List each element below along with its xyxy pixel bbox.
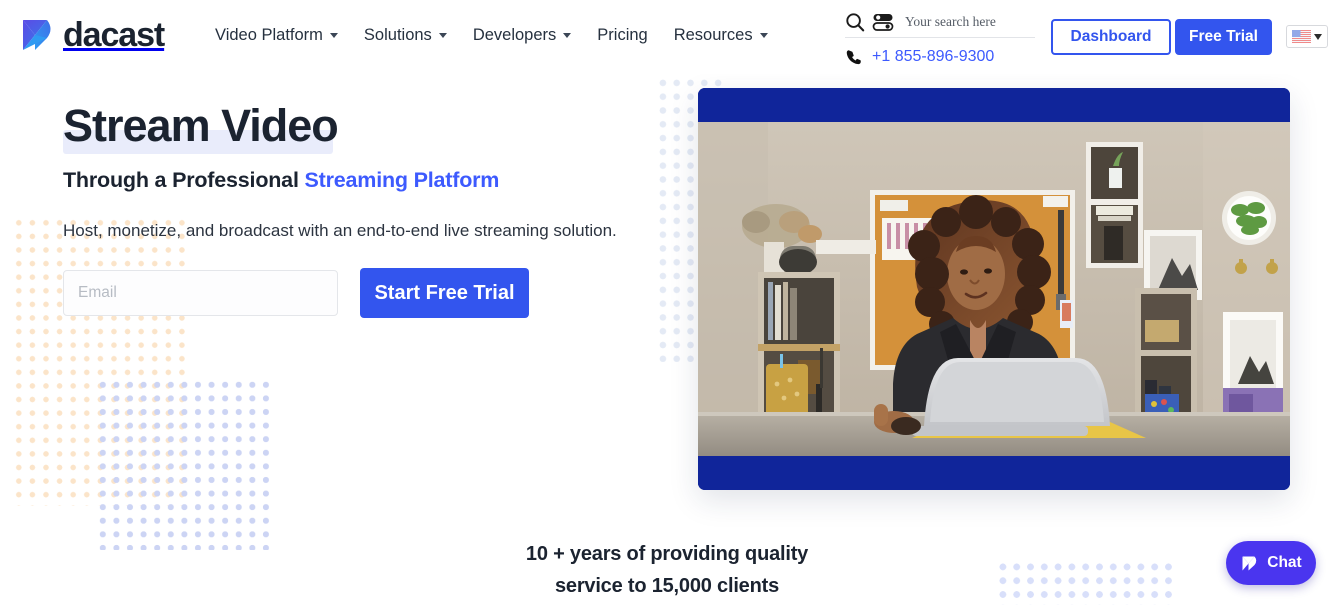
page-title: Stream Video <box>63 100 339 151</box>
chevron-down-icon <box>563 33 572 38</box>
primary-nav: Video Platform Solutions Developers Pric… <box>215 26 794 45</box>
nav-label: Pricing <box>597 26 648 44</box>
us-flag-icon <box>1292 30 1311 43</box>
phone-number-link[interactable]: +1 855-896-9300 <box>872 48 994 66</box>
nav-label: Video Platform <box>215 26 323 44</box>
player-video-frame <box>698 122 1290 456</box>
player-bottom-bar <box>698 456 1290 490</box>
stats-callout: 10 + years of providing quality service … <box>0 538 1334 602</box>
chevron-down-icon <box>759 33 768 38</box>
dashboard-button[interactable]: Dashboard <box>1051 19 1171 55</box>
signup-form: Start Free Trial <box>63 268 529 318</box>
search-input[interactable] <box>905 14 1033 30</box>
nav-item-video-platform[interactable]: Video Platform <box>215 26 338 45</box>
phone-icon <box>846 50 861 65</box>
subtitle-lead: Through a Professional <box>63 168 305 192</box>
header-search <box>845 12 1035 38</box>
peach-dot-pattern <box>12 216 192 506</box>
hero-left-column: Stream Video Through a Professional Stre… <box>0 74 660 318</box>
nav-label: Resources <box>673 26 753 44</box>
nav-item-developers[interactable]: Developers <box>472 26 572 45</box>
nav-label: Solutions <box>363 26 432 44</box>
free-trial-button[interactable]: Free Trial <box>1175 19 1272 55</box>
hero-description: Host, monetize, and broadcast with an en… <box>63 221 617 240</box>
chevron-down-icon <box>438 33 447 38</box>
nav-label: Developers <box>472 26 557 44</box>
page-title-wrap: Stream Video <box>63 98 356 154</box>
landing-page: dacast Video Platform Solutions Develope… <box>0 0 1334 605</box>
search-row <box>845 12 1035 37</box>
sliders-icon[interactable] <box>872 12 894 32</box>
nav-item-pricing[interactable]: Pricing <box>597 26 647 45</box>
dacast-arrow-logo-icon <box>1242 556 1257 570</box>
chevron-down-icon <box>329 33 338 38</box>
subtitle-accent: Streaming Platform <box>304 168 500 192</box>
stats-line-2: service to 15,000 clients <box>554 575 780 597</box>
stats-line-1: 10 + years of providing quality <box>525 543 809 565</box>
page-subtitle: Through a Professional Streaming Platfor… <box>63 168 660 193</box>
brand-name: dacast <box>63 16 165 54</box>
header-phone: +1 855-896-9300 <box>845 48 994 66</box>
nav-item-resources[interactable]: Resources <box>674 26 768 45</box>
search-icon[interactable] <box>845 12 865 32</box>
video-player[interactable] <box>698 88 1290 490</box>
site-header: dacast Video Platform Solutions Develope… <box>0 0 1334 74</box>
chevron-down-icon <box>1314 33 1322 40</box>
blue-dot-pattern-left <box>96 378 272 550</box>
chat-label: Chat <box>1267 554 1302 571</box>
player-top-bar <box>698 88 1290 122</box>
brand-logo[interactable]: dacast <box>20 16 165 54</box>
video-scene-image <box>698 122 1290 456</box>
nav-item-solutions[interactable]: Solutions <box>364 26 447 45</box>
email-input[interactable] <box>63 270 338 316</box>
start-free-trial-button[interactable]: Start Free Trial <box>360 268 529 318</box>
language-selector[interactable] <box>1286 25 1328 48</box>
chat-button[interactable]: Chat <box>1226 541 1316 585</box>
dacast-arrow-logo-icon <box>23 20 51 50</box>
search-underline <box>845 37 1035 38</box>
